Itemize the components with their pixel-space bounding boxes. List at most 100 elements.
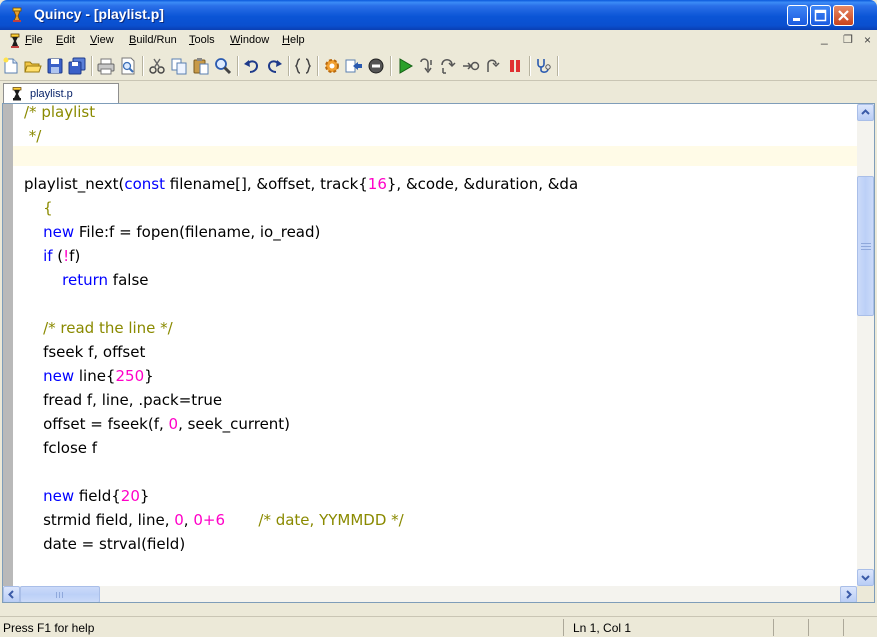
menu-edit[interactable]: Edit [56,34,75,46]
code-token: new [43,367,75,385]
tab-playlist-p[interactable]: playlist.p [3,83,119,104]
step-out-icon[interactable] [484,57,502,75]
close-button[interactable] [833,5,854,26]
toolbar-separator [390,56,392,76]
toolbar-separator [142,56,144,76]
build-gear-icon[interactable] [323,57,341,75]
status-divider [773,619,774,636]
code-token: fseek f, offset [24,343,146,361]
thumb-grip [861,243,871,244]
vertical-scrollbar[interactable] [857,104,874,586]
code-token: 20 [120,487,140,505]
menu-build-run[interactable]: Build/Run [129,34,177,46]
menu-view[interactable]: View [90,34,114,46]
toolbar-separator [317,56,319,76]
code-line: strmid field, line, 0, 0+6 /* date, YYMM… [24,508,404,532]
copy-icon[interactable] [170,57,188,75]
document-system-icon[interactable] [8,33,22,49]
find-icon[interactable] [214,57,232,75]
window-title: Quincy - [playlist.p] [34,6,164,22]
title-bar[interactable]: Quincy - [playlist.p] [0,0,877,30]
horizontal-scrollbar[interactable] [3,586,857,602]
scroll-left-button[interactable] [3,586,20,602]
code-line: fseek f, offset [24,340,145,364]
code-token: const [124,175,166,193]
code-token: return [62,271,109,289]
arrow-right-icon [846,590,852,599]
menu-help[interactable]: Help [282,34,305,46]
code-line: { [24,196,53,220]
code-line: date = strval(field) [24,532,185,556]
code-line: new line{250} [24,364,154,388]
horizontal-scroll-thumb[interactable] [20,586,100,602]
code-token: 0+6 [193,511,225,529]
open-file-icon[interactable] [24,57,42,75]
vertical-scroll-thumb[interactable] [857,176,874,316]
paste-icon[interactable] [192,57,210,75]
menu-tools[interactable]: Tools [189,34,215,46]
new-file-icon[interactable] [2,57,20,75]
save-all-icon[interactable] [68,57,86,75]
redo-icon[interactable] [265,57,283,75]
menu-file[interactable]: File [25,34,43,46]
pause-icon[interactable] [506,57,524,75]
status-divider [843,619,844,636]
code-token: field{ [74,487,121,505]
code-line: return false [24,268,148,292]
cut-icon[interactable] [148,57,166,75]
toolbar-separator [91,56,93,76]
code-token: new [43,487,75,505]
stop-icon[interactable] [367,57,385,75]
maximize-button[interactable] [810,5,831,26]
arrow-down-icon [861,575,870,581]
scroll-right-button[interactable] [840,586,857,602]
code-token: offset = fseek(f, [24,415,169,433]
scroll-up-button[interactable] [857,104,874,121]
undo-icon[interactable] [243,57,261,75]
code-area[interactable]: /* playlist */ playlist_next(const filena… [18,104,857,586]
mdi-restore-icon[interactable]: ❐ [843,33,853,46]
code-token: /* playlist [24,104,96,121]
code-line: playlist_next(const filename[], &offset,… [24,172,578,196]
step-into-icon[interactable] [418,57,436,75]
mdi-minimize-icon[interactable]: _ [821,31,828,45]
debug-stethoscope-icon[interactable] [535,57,553,75]
toolbar-separator [529,56,531,76]
step-over-icon[interactable] [440,57,458,75]
scroll-corner [857,586,874,602]
thumb-grip [861,246,871,247]
tab-label: playlist.p [30,88,73,100]
menu-window[interactable]: Window [230,34,269,46]
code-editor[interactable]: /* playlist */ playlist_next(const filena… [2,103,875,603]
code-token: /* date, YYMMDD */ [258,511,404,529]
code-token: strmid field, line, [24,511,175,529]
mdi-close-icon[interactable]: × [864,33,871,47]
transfer-icon[interactable] [345,57,363,75]
code-token: 0 [168,415,179,433]
print-icon[interactable] [97,57,115,75]
quincy-app-icon [12,7,22,22]
run-to-cursor-icon[interactable] [462,57,480,75]
code-token: f) [69,247,81,265]
editor-gutter [3,104,13,586]
code-line: fclose f [24,436,97,460]
document-tab-bar: playlist.p [0,81,877,104]
code-line: offset = fseek(f, 0, seek_current) [24,412,290,436]
scroll-down-button[interactable] [857,569,874,586]
run-icon[interactable] [396,57,414,75]
match-braces-icon[interactable] [294,57,312,75]
code-token: if [43,247,53,265]
print-preview-icon[interactable] [119,57,137,75]
code-token: */ [24,127,42,145]
status-help-text: Press F1 for help [3,621,95,635]
save-icon[interactable] [46,57,64,75]
code-line: /* read the line */ [24,316,173,340]
minimize-button[interactable] [787,5,808,26]
code-token: } [144,367,154,385]
toolbar-separator [288,56,290,76]
code-token: ( [52,247,64,265]
